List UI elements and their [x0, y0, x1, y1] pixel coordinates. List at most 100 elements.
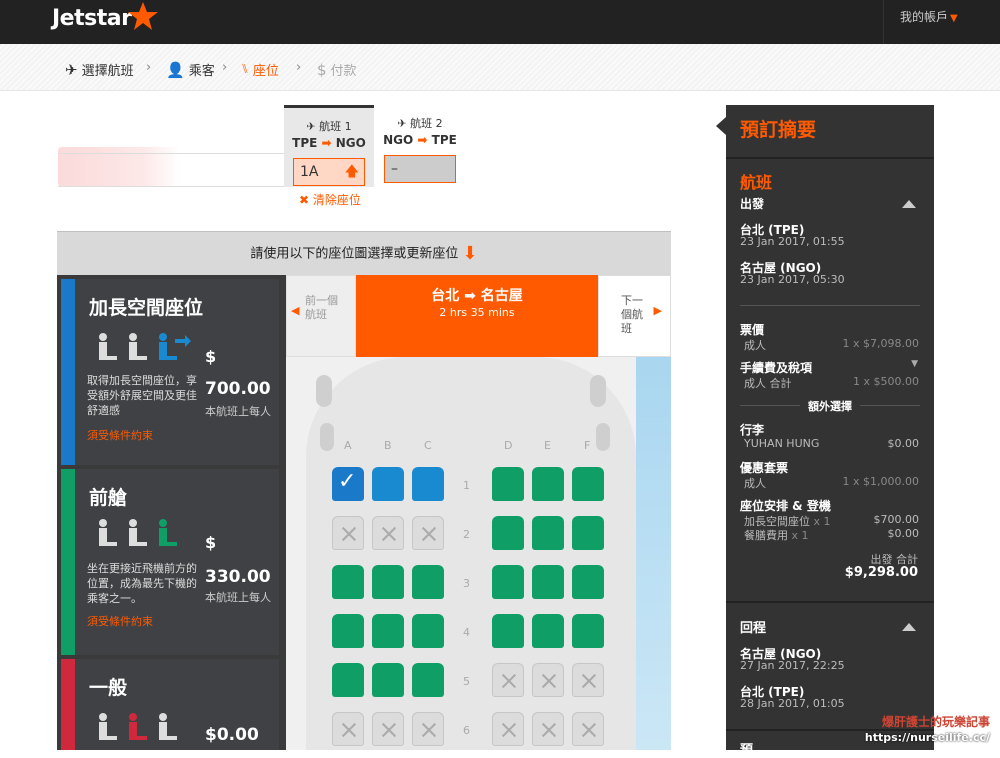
instruction-bar: 請使用以下的座位圖選擇或更新座位 ⬇	[57, 231, 671, 275]
tax-passenger: 成人 合計	[744, 377, 792, 390]
divider	[860, 405, 920, 406]
price-per-flight: 本航班上每人	[205, 405, 271, 418]
seat-2d[interactable]	[492, 516, 524, 550]
seat-1f[interactable]	[572, 467, 604, 501]
seat-field-flight-1[interactable]: 1A 🡅	[293, 158, 365, 186]
category-front-cabin[interactable]: 前艙 $ 坐在更接近飛機前方的位置，成為最先下機的乘客之一。 330.00 本航…	[61, 469, 279, 655]
flight-route: TPE ➡ NGO	[284, 136, 374, 150]
seat-1b[interactable]	[372, 467, 404, 501]
category-title: 加長空間座位	[89, 297, 204, 319]
route-title: 台北 ➡ 名古屋	[356, 285, 598, 305]
seat-2a	[332, 516, 364, 550]
seat-3d[interactable]	[492, 565, 524, 599]
row-number: 2	[463, 528, 470, 541]
seat-4e[interactable]	[532, 614, 564, 648]
collapse-caret-icon[interactable]	[902, 200, 916, 208]
account-label: 我的帳戶	[900, 10, 949, 24]
fare-amount: 1 x $7,098.00	[842, 337, 919, 350]
origin-code: TPE	[292, 136, 318, 150]
seat-5d	[492, 663, 524, 697]
seat-6c	[412, 712, 444, 746]
collapse-caret-icon[interactable]	[902, 623, 916, 631]
seat-3c[interactable]	[412, 565, 444, 599]
seat-4d[interactable]	[492, 614, 524, 648]
breadcrumb: ✈ 選擇航班 › 👤 乘客 › ⑊ 座位 › $ 付款	[0, 44, 1000, 91]
plane-icon: ✈	[306, 120, 320, 133]
seat-field-flight-2[interactable]: –	[384, 155, 456, 183]
jetstar-logo[interactable]: Jetstar	[52, 6, 132, 31]
category-standard[interactable]: 一般 $0.00	[61, 659, 279, 750]
seat-5f	[572, 663, 604, 697]
seat-3b[interactable]	[372, 565, 404, 599]
close-icon: ✖	[299, 193, 313, 207]
prev-flight-button[interactable]: ◀ 前一個航班	[286, 275, 356, 357]
watermark: 爆肝護士的玩樂記事 https://nurseilife.cc/	[815, 714, 1000, 750]
tax-row: 成人 合計 1 x $500.00	[744, 375, 919, 391]
top-bar: Jetstar 我的帳戶 ▼	[0, 0, 1000, 44]
row-number: 1	[463, 479, 470, 492]
depart-total-amount: $9,298.00	[844, 565, 918, 580]
category-extra-legroom[interactable]: 加長空間座位 $ 取得加長空間座位，享受額外舒展空間及更佳舒適感 700.00 …	[61, 279, 279, 465]
route-header: 台北 ➡ 名古屋 2 hrs 35 mins	[356, 275, 598, 357]
return-label: 回程	[740, 621, 767, 636]
seat-1d[interactable]	[492, 467, 524, 501]
seat-3f[interactable]	[572, 565, 604, 599]
seat-4f[interactable]	[572, 614, 604, 648]
crumb-label: 選擇航班	[81, 64, 134, 79]
currency-symbol: $	[205, 533, 217, 552]
clear-seat-button[interactable]: ✖ 清除座位	[299, 191, 361, 208]
crumb-payment[interactable]: $ 付款	[317, 60, 357, 80]
row-number: 6	[463, 724, 470, 737]
terms-link[interactable]: 須受條件約束	[87, 613, 153, 629]
seat-value: 1A	[300, 164, 319, 180]
seat-5b[interactable]	[372, 663, 404, 697]
arrow-right-icon: ➡	[321, 136, 332, 150]
arrow-right-icon: ➡	[464, 288, 476, 304]
seat-category-panel: 加長空間座位 $ 取得加長空間座位，享受額外舒展空間及更佳舒適感 700.00 …	[57, 275, 286, 750]
destination-city: 名古屋	[480, 288, 523, 304]
summary-section-label: 預	[740, 743, 754, 758]
divider	[726, 601, 934, 603]
baggage-label: 行李	[740, 423, 765, 437]
seat-1c[interactable]	[412, 467, 444, 501]
seat-3a[interactable]	[332, 565, 364, 599]
crumb-seats[interactable]: ⑊ 座位	[241, 60, 279, 79]
booking-summary: 預訂摘要 航班 出發 台北 (TPE) 23 Jan 2017, 01:55 名…	[716, 105, 934, 758]
seat-3e[interactable]	[532, 565, 564, 599]
seat-4c[interactable]	[412, 614, 444, 648]
next-flight-button[interactable]: 下一個航班 ▶	[598, 275, 671, 357]
passenger-seats-icon	[99, 713, 177, 740]
divider	[58, 186, 284, 187]
seat-5c[interactable]	[412, 663, 444, 697]
seat-6a	[332, 712, 364, 746]
dollar-icon: $	[317, 60, 327, 79]
terms-link[interactable]: 須受條件約束	[87, 427, 153, 443]
seat-5a[interactable]	[332, 663, 364, 697]
row-number: 4	[463, 626, 470, 639]
column-label-a: A	[344, 439, 352, 452]
pointer-arrow-icon	[716, 117, 726, 135]
package-label: 優惠套票	[740, 461, 789, 475]
arrow-up-icon: 🡅	[344, 164, 359, 180]
passenger-seats-icon	[99, 519, 177, 546]
seat-2f[interactable]	[572, 516, 604, 550]
seat-4b[interactable]	[372, 614, 404, 648]
seat-2e[interactable]	[532, 516, 564, 550]
seat-1e[interactable]	[532, 467, 564, 501]
crumb-select-flight[interactable]: ✈ 選擇航班	[65, 60, 134, 80]
category-description: 坐在更接近飛機前方的位置，成為最先下機的乘客之一。	[87, 562, 197, 605]
caret-down-icon[interactable]: ▼	[911, 359, 918, 369]
seat-4a[interactable]	[332, 614, 364, 648]
clear-seat-label: 清除座位	[312, 193, 361, 207]
column-label-c: C	[424, 439, 432, 452]
seat-1a[interactable]	[332, 467, 364, 501]
tab-flight-2[interactable]: ✈ 航班 2 NGO ➡ TPE –	[375, 105, 465, 185]
crumb-passengers[interactable]: 👤 乘客	[166, 60, 215, 80]
passenger-seats-icon	[99, 333, 191, 360]
baggage-row: YUHAN HUNG $0.00	[744, 437, 919, 450]
divider	[58, 153, 284, 154]
fare-row: 成人 1 x $7,098.00	[744, 337, 919, 353]
arrow-right-icon: ➡	[417, 133, 428, 147]
account-menu[interactable]: 我的帳戶 ▼	[883, 0, 1000, 44]
tab-flight-1[interactable]: ✈ 航班 1 TPE ➡ NGO 1A 🡅	[284, 105, 374, 187]
